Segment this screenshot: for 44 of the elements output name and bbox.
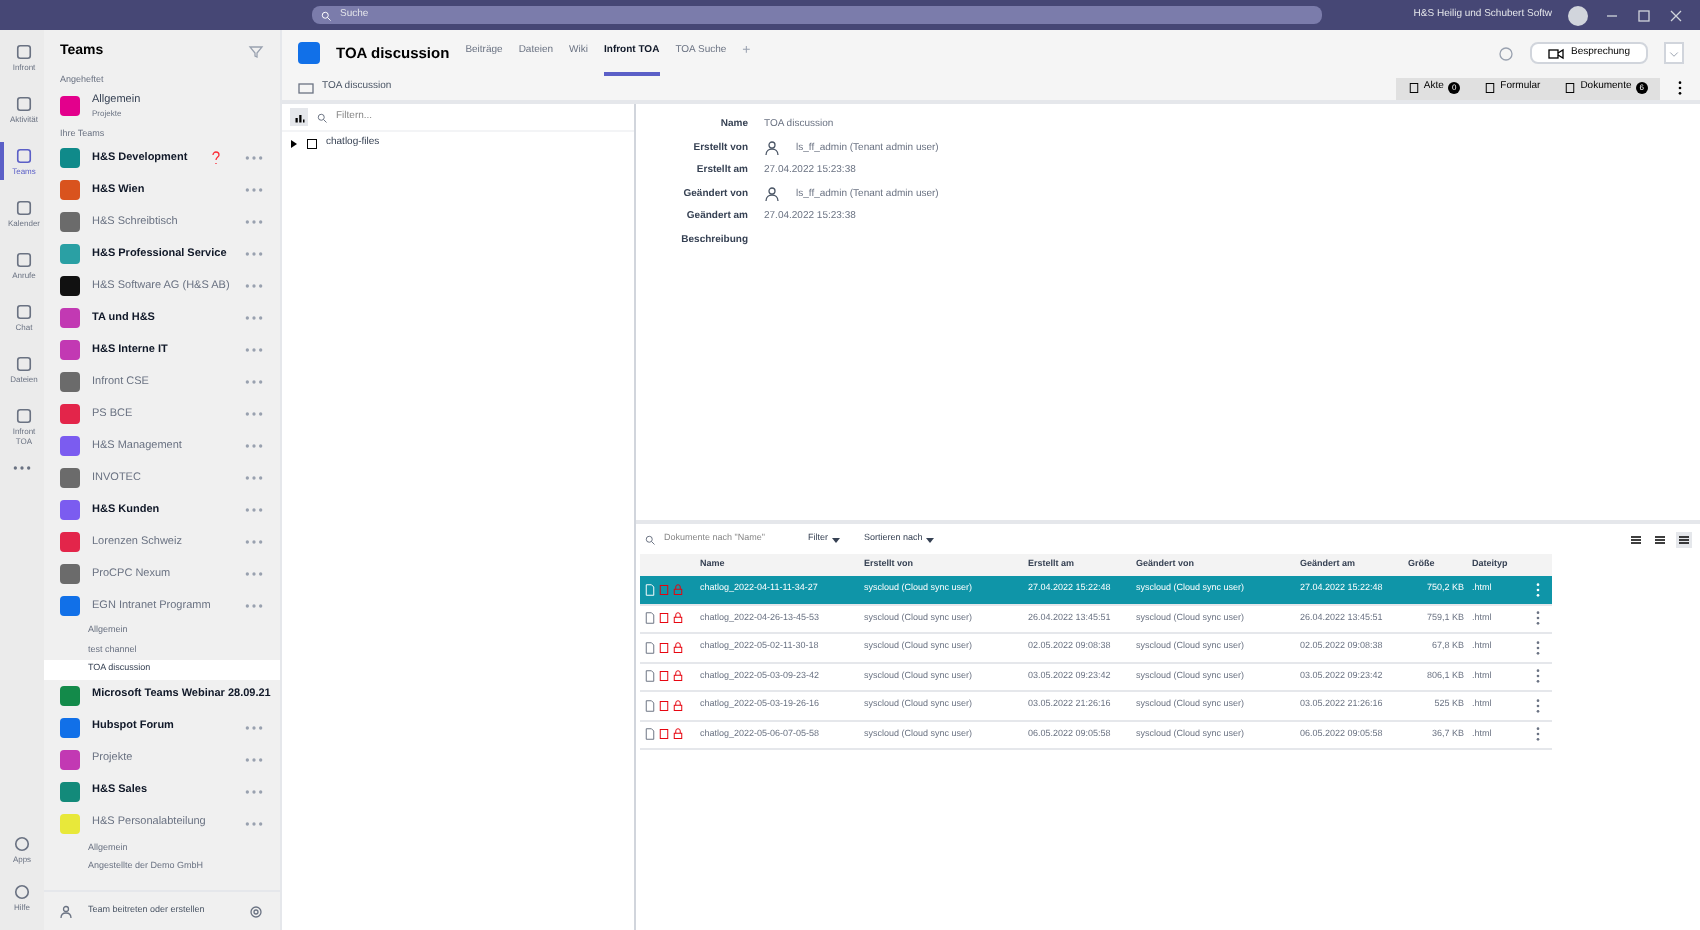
view-icon xyxy=(1652,531,1668,547)
document-icon xyxy=(1564,82,1577,94)
view-icon xyxy=(1676,531,1692,547)
lock-icon xyxy=(672,670,684,683)
document-icon xyxy=(1484,82,1497,94)
lock-icon xyxy=(672,641,684,654)
lock-icon xyxy=(672,699,684,712)
filter-icon xyxy=(248,44,264,60)
app-icon xyxy=(14,42,34,62)
question-icon xyxy=(207,148,224,168)
view-icon xyxy=(1628,531,1644,547)
search-icon xyxy=(320,9,332,21)
more-icon[interactable] xyxy=(1676,80,1684,96)
people-icon xyxy=(60,903,76,919)
lock-icon xyxy=(672,728,684,741)
expand-icon[interactable] xyxy=(290,140,298,148)
search-icon xyxy=(644,533,656,545)
tree-icon[interactable] xyxy=(290,108,308,126)
document-icon xyxy=(1407,82,1420,94)
close-icon xyxy=(1668,7,1684,23)
maximize-icon xyxy=(1636,7,1652,23)
app-icon xyxy=(14,406,34,426)
dropdown-button[interactable] xyxy=(1664,42,1684,64)
app-icon xyxy=(12,882,32,902)
user-icon xyxy=(764,140,780,157)
video-icon xyxy=(1547,45,1564,61)
app-icon xyxy=(14,198,34,218)
caret-icon xyxy=(1668,47,1680,59)
lock-icon xyxy=(672,583,684,596)
user-icon xyxy=(764,186,780,203)
app-icon xyxy=(14,302,34,322)
caret-icon xyxy=(926,535,935,543)
caret-icon xyxy=(832,535,840,543)
app-icon xyxy=(14,250,34,270)
avatar[interactable] xyxy=(1568,5,1588,25)
app-icon xyxy=(12,834,32,854)
settings-icon xyxy=(248,903,264,919)
archive-icon xyxy=(306,138,318,150)
lock-icon xyxy=(672,612,684,625)
search-icon xyxy=(316,111,328,123)
channel-avatar xyxy=(298,42,320,64)
app-icon xyxy=(14,146,34,166)
app-icon xyxy=(14,94,34,114)
app-icon xyxy=(14,354,34,374)
